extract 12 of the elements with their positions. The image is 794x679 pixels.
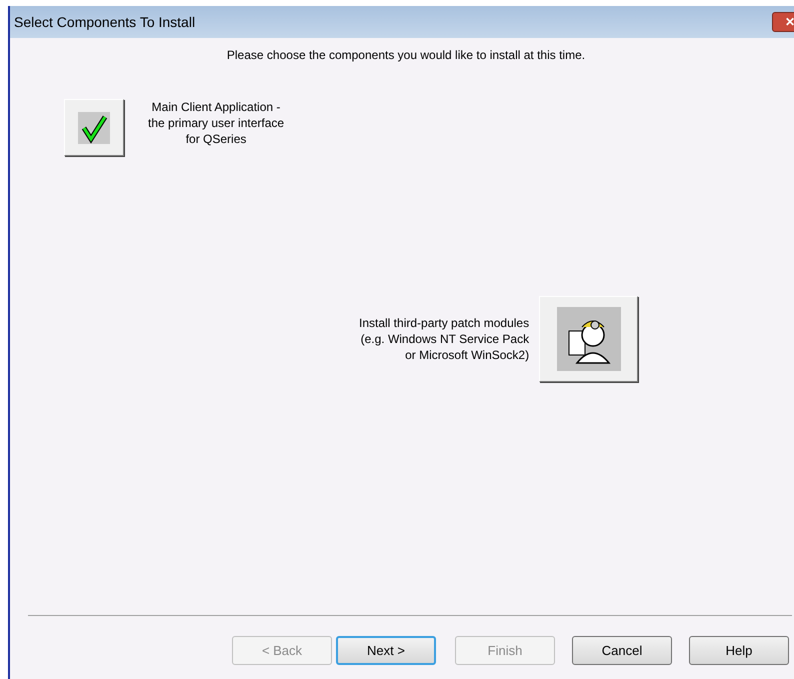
instruction-text: Please choose the components you would like to install at this time. [226,47,586,64]
window-title: Select Components To Install [14,12,196,32]
close-button[interactable]: ✕ [772,12,794,32]
component-button[interactable] [539,296,638,382]
person-icon [556,307,621,371]
checkmark-icon [78,112,110,144]
component-description: Install third-party patch modules (e.g. Windows NT Service Pack or Microsoft WinSock2) [359,315,530,363]
component-button[interactable] [64,99,124,156]
dialog-button[interactable]: Next > [336,636,436,665]
dialog-button[interactable]: Help [689,636,789,665]
component-description: Main Client Application - the primary user interface for QSeries [148,99,284,147]
dialog-button[interactable]: Cancel [572,636,672,665]
